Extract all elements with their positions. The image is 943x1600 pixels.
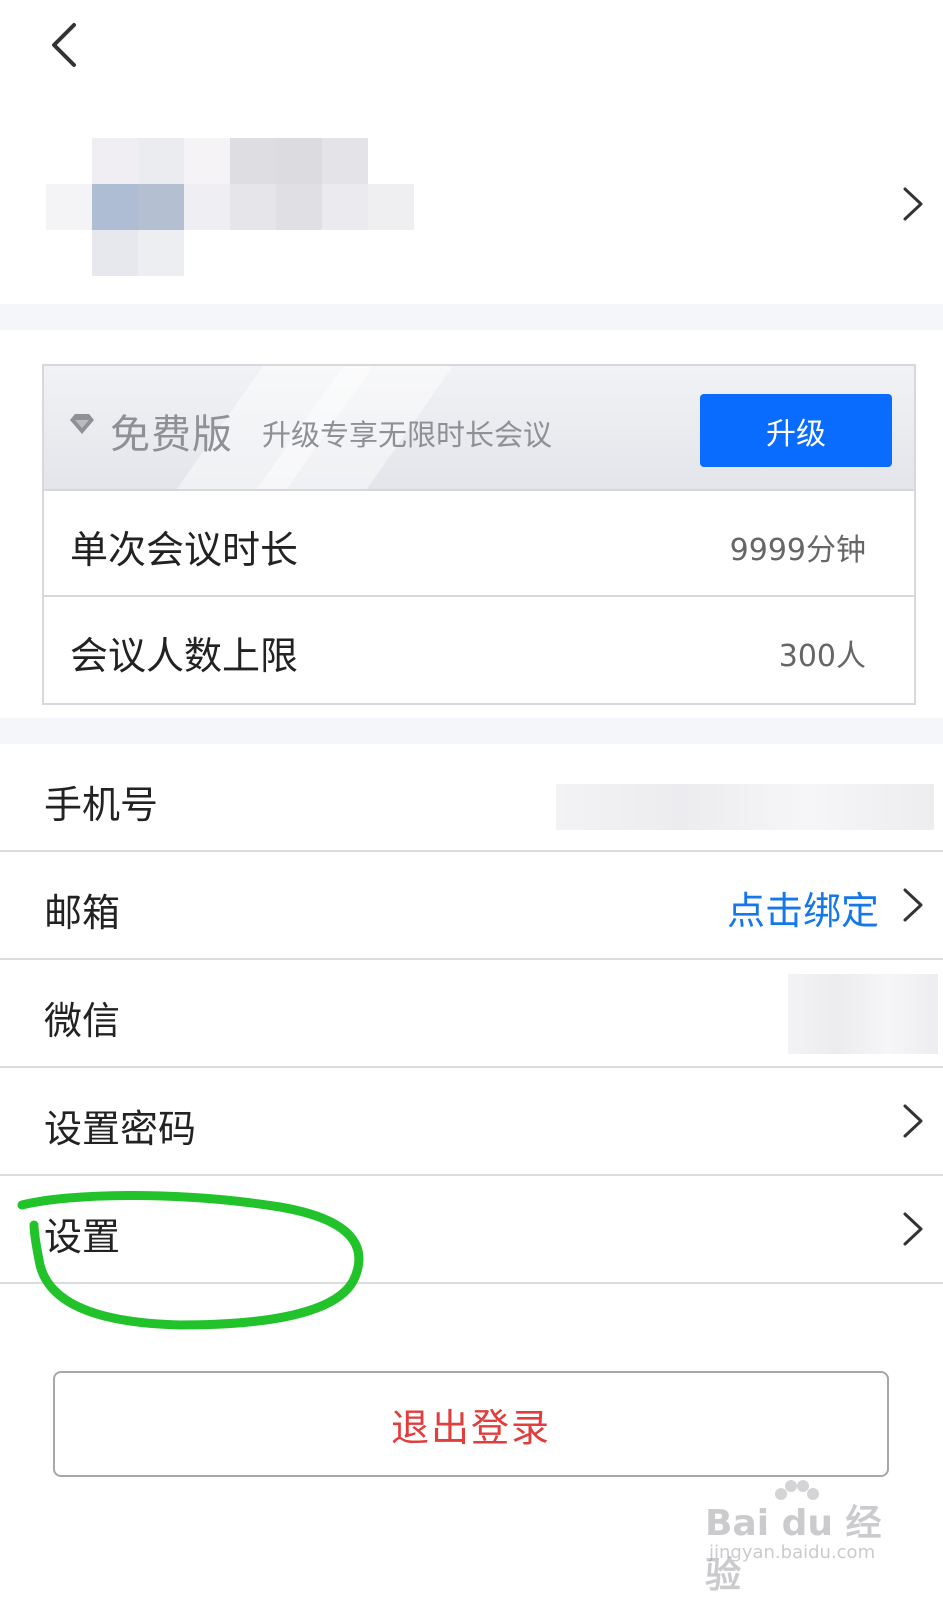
plan-row-participants: 会议人数上限 300人	[44, 595, 914, 701]
wechat-value-blurred	[788, 974, 938, 1054]
plan-row-label: 单次会议时长	[70, 528, 299, 572]
plan-row-value: 300人	[778, 639, 866, 674]
wechat-label: 微信	[44, 999, 121, 1043]
phone-value-blurred	[556, 784, 934, 830]
chevron-right-icon	[903, 1104, 923, 1138]
chevron-right-icon	[903, 888, 923, 922]
section-divider	[0, 718, 943, 744]
baidu-watermark: Bai du 经验 jingyan.baidu.com	[695, 1478, 895, 1596]
row-email[interactable]: 邮箱 点击绑定	[0, 852, 943, 960]
set-password-label: 设置密码	[44, 1107, 197, 1151]
row-wechat[interactable]: 微信	[0, 960, 943, 1068]
logout-button[interactable]: 退出登录	[53, 1371, 889, 1477]
plan-card: 免费版 升级专享无限时长会议 升级 单次会议时长 9999分钟 会议人数上限 3…	[42, 364, 916, 705]
row-set-password[interactable]: 设置密码	[0, 1068, 943, 1176]
row-phone[interactable]: 手机号	[0, 744, 943, 852]
upgrade-button[interactable]: 升级	[700, 394, 892, 467]
diamond-icon	[70, 414, 94, 434]
profile-info-blurred	[46, 138, 426, 288]
plan-row-value: 9999分钟	[729, 533, 866, 568]
back-button[interactable]	[40, 18, 88, 72]
chevron-right-icon	[903, 1212, 923, 1246]
plan-name: 免费版	[110, 412, 233, 458]
highlight-circle-annotation	[17, 1191, 364, 1330]
plan-header: 免费版 升级专享无限时长会议 升级	[44, 366, 914, 491]
plan-row-label: 会议人数上限	[70, 634, 299, 678]
back-arrow-icon	[52, 23, 76, 67]
plan-row-duration: 单次会议时长 9999分钟	[44, 489, 914, 595]
watermark-url: jingyan.baidu.com	[709, 1542, 876, 1563]
chevron-right-icon	[903, 187, 923, 221]
bind-email-link[interactable]: 点击绑定	[727, 880, 879, 935]
section-divider	[0, 304, 943, 330]
email-label: 邮箱	[44, 891, 121, 935]
phone-label: 手机号	[44, 783, 159, 827]
plan-tip: 升级专享无限时长会议	[262, 418, 553, 452]
